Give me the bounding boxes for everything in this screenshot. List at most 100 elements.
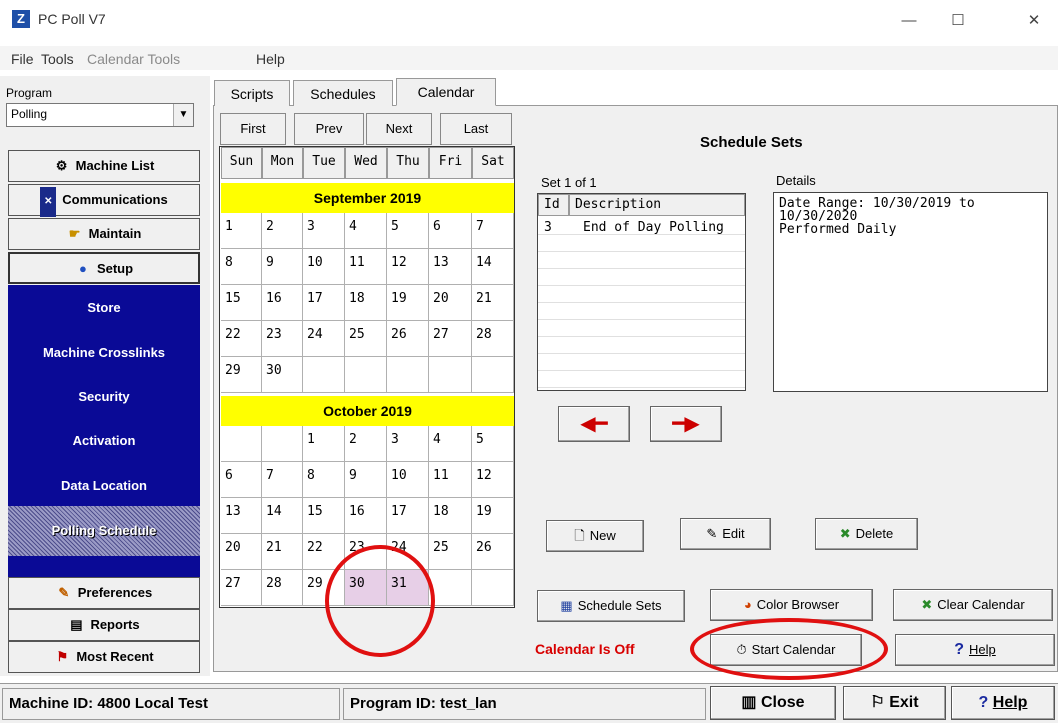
- calendar-next-button[interactable]: Next: [366, 113, 432, 145]
- edit-button[interactable]: ✎ Edit: [680, 518, 771, 550]
- calendar-day-cell[interactable]: 29: [221, 357, 262, 393]
- column-header-id[interactable]: Id: [538, 194, 569, 216]
- calendar-day-cell[interactable]: 14: [472, 249, 514, 285]
- calendar-day-cell[interactable]: 13: [221, 498, 262, 534]
- nav-maintain-button[interactable]: ☛ Maintain: [8, 218, 200, 250]
- minimize-button[interactable]: —: [886, 8, 932, 34]
- calendar-day-cell[interactable]: 19: [387, 285, 429, 321]
- tab-schedules[interactable]: Schedules: [293, 80, 393, 106]
- menu-file[interactable]: File: [11, 51, 34, 67]
- calendar-day-cell[interactable]: 10: [387, 462, 429, 498]
- nav-preferences-button[interactable]: ✎ Preferences: [8, 577, 200, 609]
- tab-calendar[interactable]: Calendar: [396, 78, 496, 106]
- calendar-day-cell[interactable]: 15: [221, 285, 262, 321]
- calendar-last-button[interactable]: Last: [440, 113, 512, 145]
- calendar-day-cell[interactable]: 11: [345, 249, 387, 285]
- calendar-day-cell[interactable]: 4: [429, 426, 472, 462]
- calendar-day-cell[interactable]: [387, 357, 429, 393]
- nav-setup-button[interactable]: ● Setup: [8, 252, 200, 284]
- maximize-button[interactable]: ☐: [935, 8, 981, 34]
- calendar-day-cell[interactable]: 25: [429, 534, 472, 570]
- calendar-day-cell[interactable]: 3: [303, 213, 345, 249]
- calendar-day-cell[interactable]: 18: [429, 498, 472, 534]
- calendar-day-cell[interactable]: 21: [472, 285, 514, 321]
- calendar-day-cell[interactable]: 27: [221, 570, 262, 606]
- calendar-day-cell[interactable]: 30: [262, 357, 303, 393]
- nav-reports-button[interactable]: ▤ Reports: [8, 609, 200, 641]
- calendar-day-cell[interactable]: 24: [303, 321, 345, 357]
- calendar-day-cell[interactable]: 2: [345, 426, 387, 462]
- clear-calendar-button[interactable]: ✖ Clear Calendar: [893, 589, 1053, 621]
- calendar-day-cell[interactable]: 11: [429, 462, 472, 498]
- table-row[interactable]: 3 End of Day Polling: [538, 218, 745, 235]
- calendar-day-cell[interactable]: 1: [303, 426, 345, 462]
- calendar-day-cell[interactable]: 1: [221, 213, 262, 249]
- color-browser-button[interactable]: ◕ Color Browser: [710, 589, 873, 621]
- calendar-day-cell[interactable]: [345, 357, 387, 393]
- menu-calendar-tools[interactable]: Calendar Tools: [87, 51, 180, 67]
- calendar-day-cell[interactable]: [262, 426, 303, 462]
- new-button[interactable]: 🗋 New: [546, 520, 644, 552]
- calendar-day-cell[interactable]: 19: [472, 498, 514, 534]
- calendar-day-cell[interactable]: 6: [221, 462, 262, 498]
- calendar-prev-button[interactable]: Prev: [294, 113, 364, 145]
- calendar-day-cell[interactable]: 8: [303, 462, 345, 498]
- calendar-day-cell[interactable]: [429, 357, 472, 393]
- calendar-day-cell[interactable]: 12: [387, 249, 429, 285]
- calendar-day-cell[interactable]: 26: [472, 534, 514, 570]
- calendar-day-cell[interactable]: 3: [387, 426, 429, 462]
- calendar-day-cell[interactable]: 9: [345, 462, 387, 498]
- calendar-day-cell[interactable]: 17: [387, 498, 429, 534]
- calendar-day-cell[interactable]: 9: [262, 249, 303, 285]
- help-button[interactable]: ? Help: [895, 634, 1055, 666]
- calendar-day-cell[interactable]: 14: [262, 498, 303, 534]
- calendar-day-cell[interactable]: 5: [387, 213, 429, 249]
- calendar-day-cell[interactable]: 22: [221, 321, 262, 357]
- calendar-day-cell[interactable]: 2: [262, 213, 303, 249]
- delete-button[interactable]: ✖ Delete: [815, 518, 918, 550]
- schedule-sets-button[interactable]: ▦ Schedule Sets: [537, 590, 685, 622]
- nav-most-recent-button[interactable]: ⚑ Most Recent: [8, 641, 200, 673]
- calendar-day-cell[interactable]: 28: [262, 570, 303, 606]
- program-select[interactable]: Polling ▼: [6, 103, 194, 127]
- calendar-day-cell[interactable]: [472, 357, 514, 393]
- menu-help[interactable]: Help: [256, 51, 285, 67]
- calendar-day-cell[interactable]: 25: [345, 321, 387, 357]
- calendar-day-cell[interactable]: 16: [345, 498, 387, 534]
- calendar-day-cell[interactable]: 26: [387, 321, 429, 357]
- menu-tools[interactable]: Tools: [41, 51, 74, 67]
- calendar-day-cell[interactable]: 6: [429, 213, 472, 249]
- calendar-day-cell[interactable]: 10: [303, 249, 345, 285]
- close-window-button[interactable]: ✕: [1011, 8, 1057, 34]
- calendar-day-cell[interactable]: 27: [429, 321, 472, 357]
- calendar-day-cell[interactable]: [221, 426, 262, 462]
- exit-button[interactable]: ⚐ Exit: [843, 686, 946, 720]
- calendar-day-cell[interactable]: 15: [303, 498, 345, 534]
- next-set-button[interactable]: ━▶: [650, 406, 722, 442]
- chevron-down-icon[interactable]: ▼: [173, 104, 193, 126]
- close-button[interactable]: ▥ Close: [710, 686, 836, 720]
- calendar-day-cell[interactable]: 20: [429, 285, 472, 321]
- calendar-day-cell[interactable]: 16: [262, 285, 303, 321]
- previous-set-button[interactable]: ◀━: [558, 406, 630, 442]
- setup-item-activation[interactable]: Activation: [8, 426, 200, 456]
- calendar-day-cell[interactable]: [303, 357, 345, 393]
- calendar-day-cell[interactable]: [429, 570, 472, 606]
- calendar-day-cell[interactable]: 21: [262, 534, 303, 570]
- calendar-day-cell[interactable]: 7: [472, 213, 514, 249]
- calendar-day-cell[interactable]: 18: [345, 285, 387, 321]
- setup-item-data-location[interactable]: Data Location: [8, 471, 200, 501]
- calendar-day-cell[interactable]: 7: [262, 462, 303, 498]
- status-help-button[interactable]: ? Help: [951, 686, 1055, 720]
- tab-scripts[interactable]: Scripts: [214, 80, 290, 106]
- nav-communications-button[interactable]: ✕ Communications: [8, 184, 200, 217]
- setup-item-polling-schedule[interactable]: Polling Schedule: [8, 516, 200, 546]
- calendar-first-button[interactable]: First: [220, 113, 286, 145]
- setup-item-security[interactable]: Security: [8, 382, 200, 412]
- calendar-day-cell[interactable]: 8: [221, 249, 262, 285]
- calendar-day-cell[interactable]: 13: [429, 249, 472, 285]
- nav-machine-list-button[interactable]: ⚙ Machine List: [8, 150, 200, 182]
- calendar-day-cell[interactable]: 17: [303, 285, 345, 321]
- calendar-day-cell[interactable]: 20: [221, 534, 262, 570]
- calendar-day-cell[interactable]: [472, 570, 514, 606]
